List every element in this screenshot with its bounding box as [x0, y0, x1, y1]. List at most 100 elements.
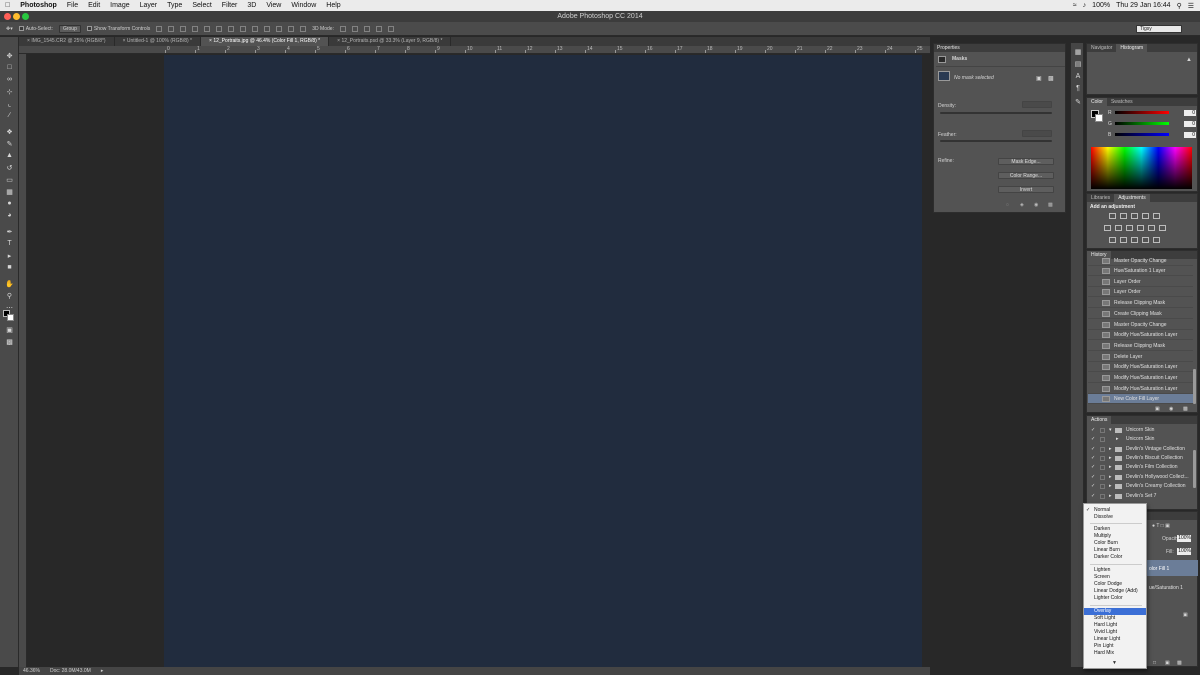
- list-icon[interactable]: ☰: [1188, 2, 1194, 10]
- scroll-down-arrow-icon[interactable]: ▼: [1112, 660, 1117, 666]
- auto-select-checkbox[interactable]: [18, 25, 24, 31]
- menu-window[interactable]: Window: [286, 0, 321, 11]
- action-item[interactable]: ✓ ▾ Unicorn Skin: [1088, 426, 1193, 435]
- vibrance-icon[interactable]: [1153, 213, 1160, 219]
- history-item[interactable]: Modify Hue/Saturation Layer: [1088, 384, 1193, 394]
- quick-select-tool-icon[interactable]: ⊹: [4, 87, 15, 96]
- tab-color[interactable]: Color: [1087, 98, 1107, 106]
- snapshot-icon[interactable]: ◉: [1169, 406, 1173, 412]
- action-item[interactable]: ✓ ▸ Unicorn Skin: [1088, 435, 1193, 444]
- crop-tool-icon[interactable]: ⌞: [4, 99, 15, 108]
- blend-mode-dropdown[interactable]: ✓ Normal Dissolve Darken Multiply Color B…: [1083, 503, 1147, 669]
- blend-option[interactable]: Dissolve: [1084, 514, 1146, 521]
- align-bottom-icon[interactable]: [180, 25, 187, 32]
- apple-menu-icon[interactable]: : [0, 0, 15, 11]
- action-item[interactable]: ✓ ▸ Devlin's Vintage Collection: [1088, 445, 1193, 454]
- paragraph-panel-icon[interactable]: ¶: [1074, 85, 1082, 93]
- menu-photoshop[interactable]: Photoshop: [15, 0, 62, 11]
- zoom-window-button[interactable]: [22, 13, 29, 20]
- doc-tab-active[interactable]: × 12_Portraits.jpg @ 46.4% (Color Fill 1…: [201, 37, 330, 46]
- history-item[interactable]: Delete Layer: [1088, 352, 1193, 362]
- blend-option[interactable]: Lighten: [1084, 567, 1146, 574]
- quick-mask-icon[interactable]: ▣: [4, 325, 15, 334]
- actions-scrollbar[interactable]: [1193, 450, 1196, 488]
- distribute-right-icon[interactable]: [288, 25, 295, 32]
- action-item[interactable]: ✓ ▸ Devlin's Hollywood Collect...: [1088, 473, 1193, 482]
- battery-label[interactable]: 100%: [1092, 2, 1110, 9]
- workspace-dropdown[interactable]: Tigsy: [1136, 24, 1182, 33]
- align-middle-icon[interactable]: [168, 25, 175, 32]
- volume-icon[interactable]: ♪: [1083, 2, 1087, 9]
- wifi-icon[interactable]: ≈: [1073, 2, 1077, 9]
- minimize-window-button[interactable]: [13, 13, 20, 20]
- screen-mode-icon[interactable]: ▩: [4, 337, 15, 346]
- menu-filter[interactable]: Filter: [217, 0, 243, 11]
- r-value[interactable]: 0: [1184, 110, 1196, 116]
- pen-tool-icon[interactable]: ✒: [4, 227, 15, 236]
- opacity-field[interactable]: 100%: [1177, 535, 1191, 542]
- close-window-button[interactable]: [4, 13, 11, 20]
- 3d-rotate-icon[interactable]: [339, 25, 346, 32]
- clock[interactable]: Thu 29 Jan 16:44: [1116, 2, 1171, 9]
- menu-file[interactable]: File: [62, 0, 83, 11]
- distribute-bottom-icon[interactable]: [252, 25, 259, 32]
- new-group-icon[interactable]: □: [1153, 660, 1156, 666]
- bg-color-swatch[interactable]: [1095, 114, 1103, 122]
- history-item[interactable]: Release Clipping Mask: [1088, 298, 1193, 308]
- move-tool-icon[interactable]: ✥: [4, 51, 15, 60]
- color-balance-icon[interactable]: [1115, 225, 1122, 231]
- trash-icon[interactable]: ▩: [1048, 202, 1053, 208]
- channel-mixer-icon[interactable]: [1148, 225, 1155, 231]
- invert-adj-icon[interactable]: [1109, 237, 1116, 243]
- blend-option[interactable]: Lighter Color: [1084, 595, 1146, 602]
- menu-layer[interactable]: Layer: [135, 0, 163, 11]
- gradient-map-icon[interactable]: [1142, 237, 1149, 243]
- blend-option[interactable]: Linear Dodge (Add): [1084, 588, 1146, 595]
- warning-icon[interactable]: ▲: [1186, 57, 1192, 63]
- status-arrow-icon[interactable]: ▸: [101, 668, 104, 674]
- blend-option[interactable]: Darken: [1084, 526, 1146, 533]
- shape-tool-icon[interactable]: ■: [4, 263, 15, 272]
- invert-button[interactable]: Invert: [998, 186, 1054, 193]
- history-item[interactable]: Layer Order: [1088, 277, 1193, 287]
- distribute-center-icon[interactable]: [276, 25, 283, 32]
- action-item[interactable]: ✓ ▸ Devlin's Creamy Collection: [1088, 482, 1193, 491]
- gradient-tool-icon[interactable]: ▦: [4, 187, 15, 196]
- 3d-slide-icon[interactable]: [375, 25, 382, 32]
- blend-option-highlighted[interactable]: Overlay: [1084, 608, 1146, 615]
- color-range-button[interactable]: Color Range...: [998, 172, 1054, 179]
- blend-option[interactable]: Pin Light: [1084, 643, 1146, 650]
- background-color-swatch[interactable]: [7, 314, 14, 321]
- path-select-tool-icon[interactable]: ▸: [4, 251, 15, 260]
- threshold-icon[interactable]: [1131, 237, 1138, 243]
- color-spectrum[interactable]: [1091, 147, 1192, 189]
- zoom-tool-icon[interactable]: ⚲: [4, 291, 15, 300]
- vector-mask-icon[interactable]: ▩: [1048, 75, 1054, 82]
- history-scrollbar[interactable]: [1193, 369, 1196, 404]
- history-item-current[interactable]: New Color Fill Layer: [1088, 394, 1193, 404]
- lock-icon[interactable]: ▣: [1183, 612, 1188, 618]
- tab-histogram[interactable]: Histogram: [1116, 44, 1148, 52]
- blur-tool-icon[interactable]: ●: [4, 199, 15, 208]
- history-brush-tool-icon[interactable]: ↺: [4, 163, 15, 172]
- menu-image[interactable]: Image: [105, 0, 134, 11]
- history-item[interactable]: Create Clipping Mask: [1088, 309, 1193, 319]
- posterize-icon[interactable]: [1120, 237, 1127, 243]
- horizontal-ruler[interactable]: 0 1 2 3 4 5 6 7 8 9 10 11 12 13 14 15 16 17 18 19 20 21 22 23 24…: [19, 46, 930, 54]
- history-item[interactable]: Master Opacity Change: [1088, 320, 1193, 330]
- apply-mask-icon[interactable]: ◈: [1020, 202, 1024, 208]
- blend-option[interactable]: Soft Light: [1084, 615, 1146, 622]
- 3d-roll-icon[interactable]: [351, 25, 358, 32]
- black-white-icon[interactable]: [1126, 225, 1133, 231]
- distribute-middle-icon[interactable]: [240, 25, 247, 32]
- align-left-icon[interactable]: [192, 25, 199, 32]
- history-item[interactable]: Hue/Saturation 1 Layer: [1088, 266, 1193, 276]
- history-panel-icon[interactable]: ▦: [1074, 49, 1082, 57]
- blend-option[interactable]: ✓ Normal: [1084, 507, 1146, 514]
- history-item[interactable]: Modify Hue/Saturation Layer: [1088, 362, 1193, 372]
- dodge-tool-icon[interactable]: ◕: [4, 211, 15, 220]
- exposure-icon[interactable]: [1142, 213, 1149, 219]
- history-item[interactable]: Master Opacity Change: [1088, 256, 1193, 266]
- align-right-icon[interactable]: [216, 25, 223, 32]
- menu-type[interactable]: Type: [162, 0, 187, 11]
